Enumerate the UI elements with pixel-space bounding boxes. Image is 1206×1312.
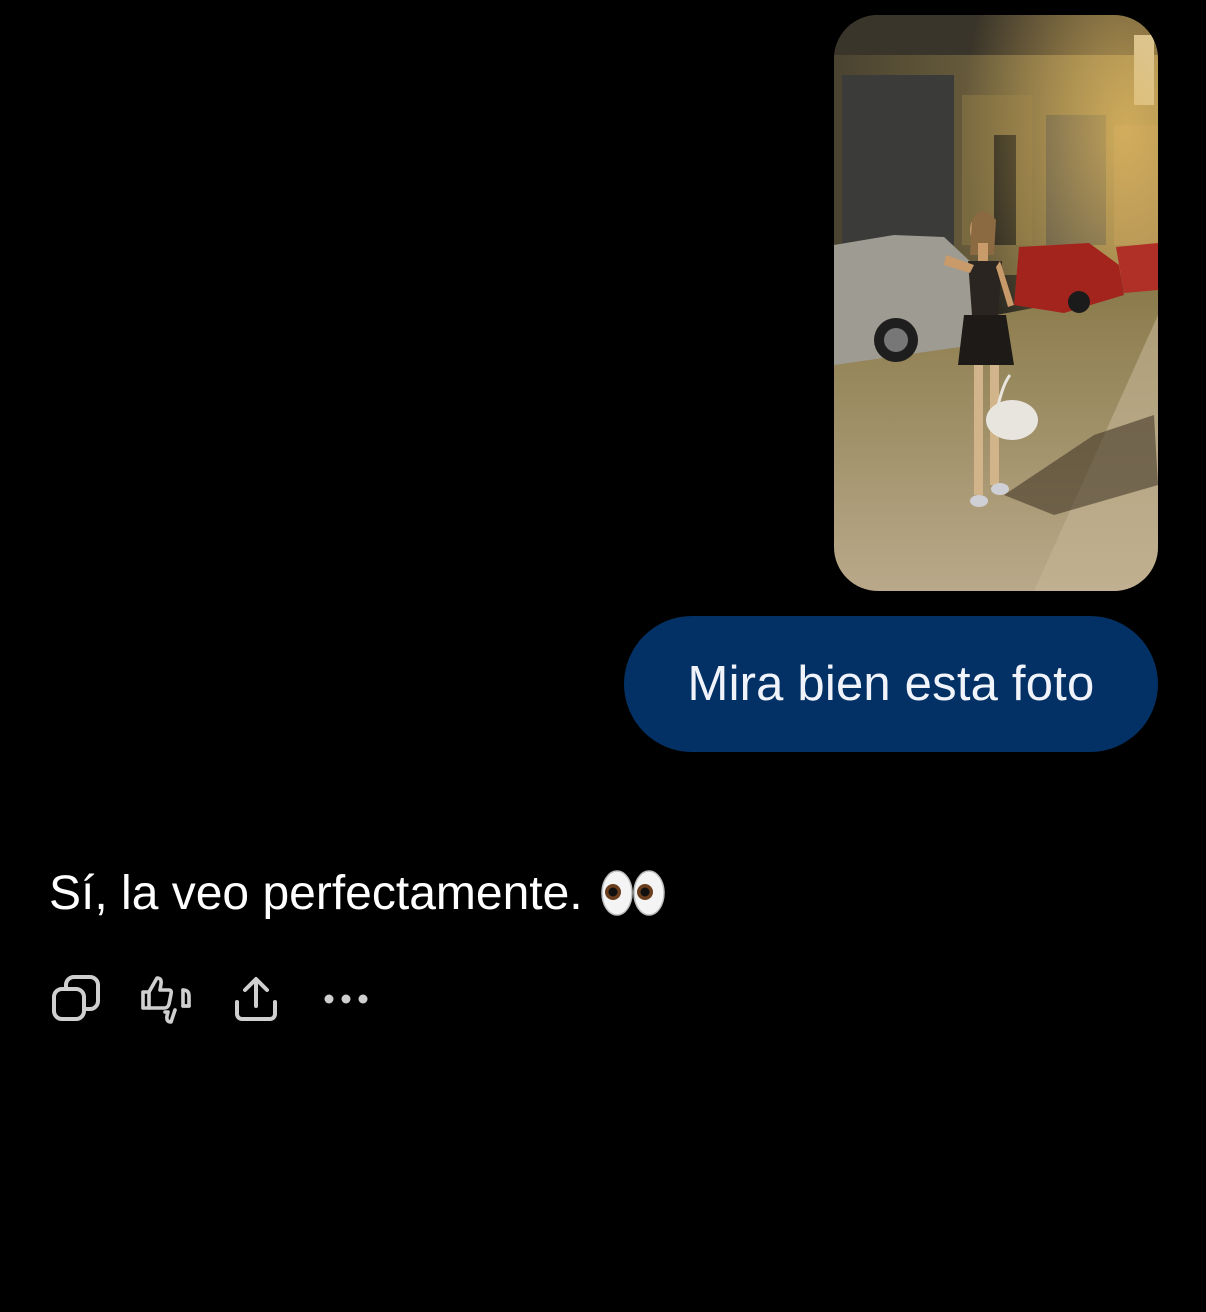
thumbs-up-down-icon [139,972,193,1026]
eyes-emoji-icon [600,868,665,918]
share-icon [231,974,281,1024]
copy-button[interactable] [48,971,104,1027]
feedback-button[interactable] [138,971,194,1027]
copy-icon [50,973,102,1025]
street-photo-image [834,15,1158,591]
more-button[interactable] [318,971,374,1027]
user-message-text: Mira bien esta foto [687,657,1095,711]
message-action-bar [48,970,374,1028]
share-button[interactable] [228,971,284,1027]
photo-attachment[interactable] [834,15,1158,591]
assistant-message-text: Sí, la veo perfectamente. [49,866,583,920]
more-horizontal-icon [323,993,369,1005]
user-message-bubble[interactable]: Mira bien esta foto [624,616,1158,752]
assistant-message: Sí, la veo perfectamente. [49,860,665,926]
